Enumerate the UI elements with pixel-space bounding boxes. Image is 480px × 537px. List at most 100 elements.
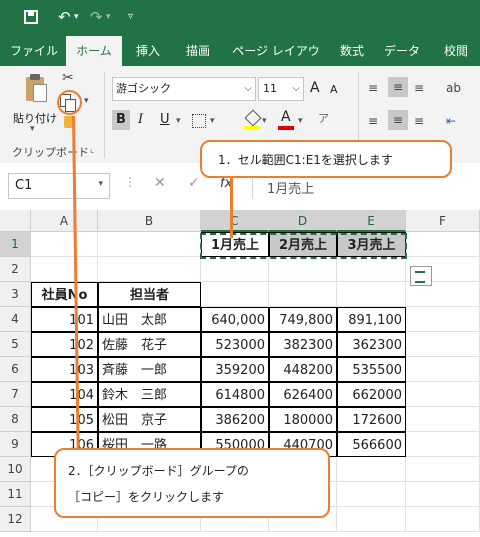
cell-c7[interactable]: 614800 xyxy=(201,382,269,407)
cell-e3[interactable] xyxy=(337,282,406,307)
cancel-icon[interactable]: ✕ xyxy=(154,175,166,191)
shrink-font-button[interactable]: A xyxy=(330,81,338,99)
cell-d4[interactable]: 749,800 xyxy=(269,307,337,332)
cell-d2[interactable] xyxy=(269,257,337,282)
font-name-select[interactable]: 游ゴシック ⌵ xyxy=(112,77,256,101)
cell-e11[interactable] xyxy=(337,482,406,507)
cell-a1[interactable] xyxy=(31,232,98,257)
tab-draw[interactable]: 描画 xyxy=(178,36,218,66)
cell-f7[interactable] xyxy=(406,382,480,407)
cell-e2[interactable] xyxy=(337,257,406,282)
cell-e12[interactable] xyxy=(337,507,406,532)
borders-dropdown-icon[interactable]: ▾ xyxy=(210,112,215,130)
bold-button[interactable]: B xyxy=(112,110,130,130)
cell-e5[interactable]: 362300 xyxy=(337,332,406,357)
clipboard-launcher-icon[interactable]: ⌞ xyxy=(90,145,94,155)
cell-d6[interactable]: 448200 xyxy=(269,357,337,382)
chevron-down-icon[interactable]: ▾ xyxy=(98,179,103,189)
orientation-icon[interactable]: ab xyxy=(446,79,461,97)
column-header-c[interactable]: C xyxy=(201,210,269,232)
row-header-10[interactable]: 10 xyxy=(0,457,31,482)
cell-a4[interactable]: 101 xyxy=(31,307,98,332)
cell-d7[interactable]: 626400 xyxy=(269,382,337,407)
cell-c4[interactable]: 640,000 xyxy=(201,307,269,332)
cell-f5[interactable] xyxy=(406,332,480,357)
cell-b3[interactable]: 担当者 xyxy=(98,282,201,307)
align-bottom-icon[interactable]: ≡ xyxy=(414,79,424,97)
underline-dropdown-icon[interactable]: ▾ xyxy=(176,112,181,130)
align-right-icon[interactable]: ≡ xyxy=(414,112,424,130)
cell-f6[interactable] xyxy=(406,357,480,382)
redo-dropdown-icon[interactable]: ▾ xyxy=(106,8,111,26)
paste-icon[interactable] xyxy=(24,74,47,104)
cell-f11[interactable] xyxy=(406,482,480,507)
cell-c6[interactable]: 359200 xyxy=(201,357,269,382)
row-header-7[interactable]: 7 xyxy=(0,382,31,407)
italic-button[interactable]: I xyxy=(138,111,143,129)
save-icon[interactable] xyxy=(24,10,38,24)
cell-a6[interactable]: 103 xyxy=(31,357,98,382)
font-color-icon[interactable]: A xyxy=(278,108,294,130)
cell-c3[interactable] xyxy=(201,282,269,307)
cell-b6[interactable]: 斉藤 一郎 xyxy=(98,357,201,382)
font-color-dropdown-icon[interactable]: ▾ xyxy=(298,112,303,130)
tab-insert[interactable]: 挿入 xyxy=(128,36,168,66)
column-header-b[interactable]: B xyxy=(98,210,201,232)
undo-button[interactable]: ↶ xyxy=(58,8,71,26)
cell-e6[interactable]: 535500 xyxy=(337,357,406,382)
cell-f12[interactable] xyxy=(406,507,480,532)
name-box[interactable]: C1 ▾ xyxy=(8,173,110,199)
chevron-down-icon[interactable]: ⌵ xyxy=(292,78,300,100)
column-header-e[interactable]: E xyxy=(337,210,406,232)
paste-dropdown-icon[interactable]: ▾ xyxy=(30,124,35,134)
tab-formulas[interactable]: 数式 xyxy=(332,36,372,66)
tab-data[interactable]: データ xyxy=(382,36,422,66)
tab-page-layout[interactable]: ページ レイアウト xyxy=(228,36,324,88)
align-middle-icon[interactable]: ≡ xyxy=(388,77,408,97)
cell-e9[interactable]: 566600 xyxy=(337,432,406,457)
cell-c2[interactable] xyxy=(201,257,269,282)
cell-f9[interactable] xyxy=(406,432,480,457)
cell-b8[interactable]: 松田 京子 xyxy=(98,407,201,432)
align-left-icon[interactable]: ≡ xyxy=(368,112,378,130)
align-top-icon[interactable]: ≡ xyxy=(368,79,378,97)
cell-b4[interactable]: 山田 太郎 xyxy=(98,307,201,332)
cell-d3[interactable] xyxy=(269,282,337,307)
cell-c8[interactable]: 386200 xyxy=(201,407,269,432)
cell-a2[interactable] xyxy=(31,257,98,282)
row-header-4[interactable]: 4 xyxy=(0,307,31,332)
align-center-icon[interactable]: ≡ xyxy=(388,110,408,130)
cell-f10[interactable] xyxy=(406,457,480,482)
row-header-3[interactable]: 3 xyxy=(0,282,31,307)
row-header-6[interactable]: 6 xyxy=(0,357,31,382)
select-all-corner[interactable] xyxy=(0,210,31,232)
fill-color-dropdown-icon[interactable]: ▾ xyxy=(262,112,267,130)
cell-e7[interactable]: 662000 xyxy=(337,382,406,407)
cell-e4[interactable]: 891,100 xyxy=(337,307,406,332)
quick-analysis-icon[interactable] xyxy=(410,266,432,286)
tab-home[interactable]: ホーム xyxy=(66,36,122,66)
underline-button[interactable]: U xyxy=(160,111,170,129)
column-header-d[interactable]: D xyxy=(269,210,337,232)
cell-b2[interactable] xyxy=(98,257,201,282)
column-header-a[interactable]: A xyxy=(31,210,98,232)
grow-font-button[interactable]: A xyxy=(310,79,320,97)
cell-c5[interactable]: 523000 xyxy=(201,332,269,357)
redo-button[interactable]: ↷ xyxy=(90,8,103,26)
chevron-down-icon[interactable]: ⌵ xyxy=(244,78,252,100)
row-header-5[interactable]: 5 xyxy=(0,332,31,357)
cell-f8[interactable] xyxy=(406,407,480,432)
copy-dropdown-icon[interactable]: ▾ xyxy=(84,96,89,106)
cell-a7[interactable]: 104 xyxy=(31,382,98,407)
row-header-11[interactable]: 11 xyxy=(0,482,31,507)
row-header-9[interactable]: 9 xyxy=(0,432,31,457)
paste-button-label[interactable]: 貼り付け xyxy=(13,110,57,126)
tab-file[interactable]: ファイル xyxy=(8,36,60,66)
enter-icon[interactable]: ✓ xyxy=(188,175,200,191)
cell-a5[interactable]: 102 xyxy=(31,332,98,357)
cell-d5[interactable]: 382300 xyxy=(269,332,337,357)
cell-b7[interactable]: 鈴木 三郎 xyxy=(98,382,201,407)
row-header-1[interactable]: 1 xyxy=(0,232,31,257)
cell-f1[interactable] xyxy=(406,232,480,257)
phonetic-guide-icon[interactable]: ア xyxy=(318,110,329,128)
